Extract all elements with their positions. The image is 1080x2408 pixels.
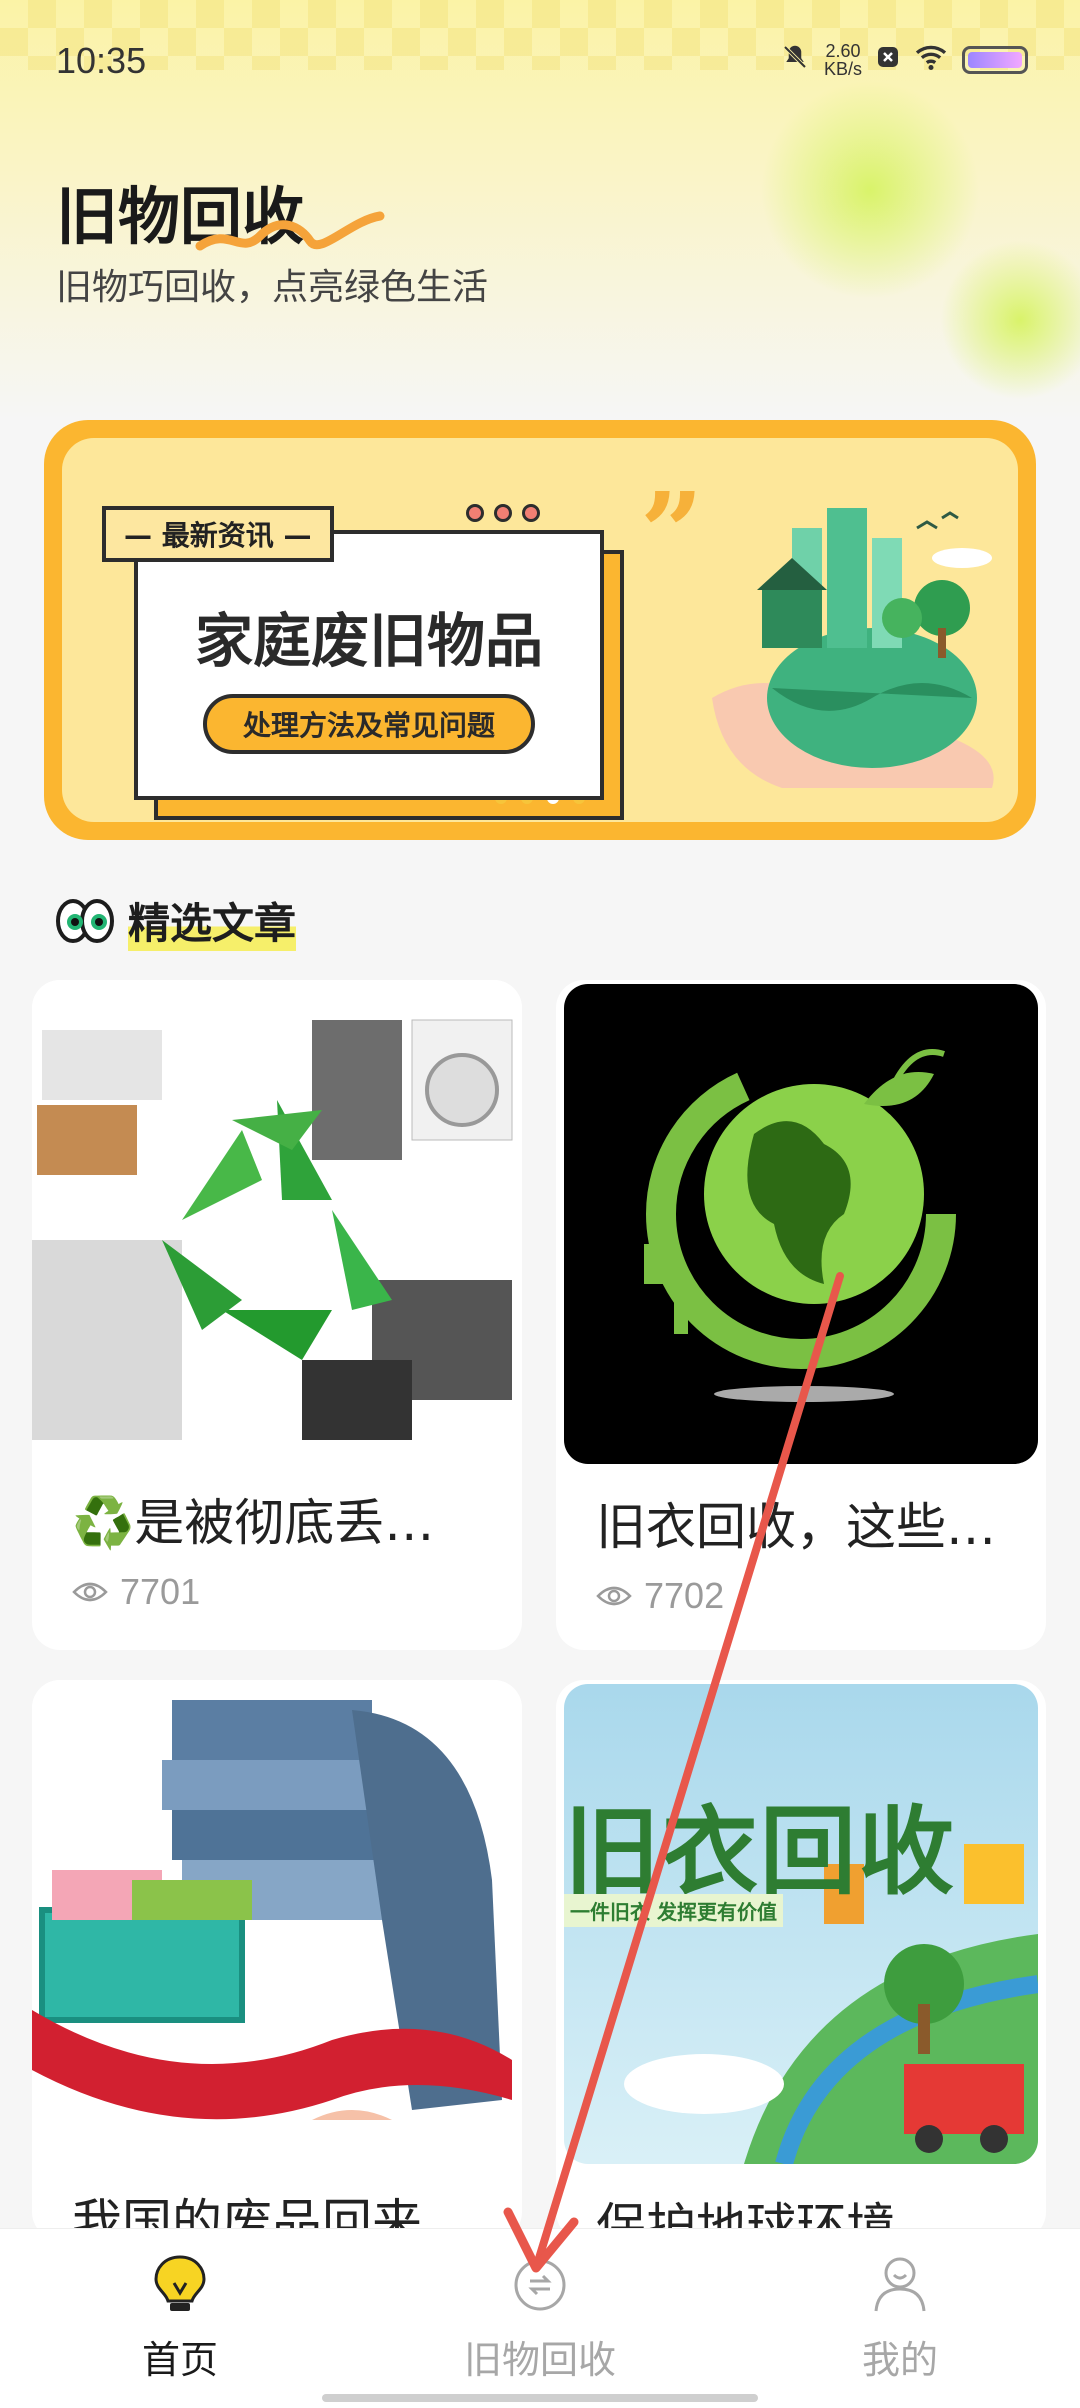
exchange-icon	[514, 2259, 566, 2311]
news-banner[interactable]: — 最新资讯 — 家庭废旧物品 处理方法及常见问题 ”	[44, 420, 1036, 840]
article-thumbnail	[564, 984, 1038, 1464]
mute-bell-icon	[780, 42, 810, 78]
article-thumbnail: 旧衣回收 一件旧衣 发挥更有价值	[564, 1684, 1038, 2164]
article-card[interactable]: 旧衣回收 一件旧衣 发挥更有价值 保护地球环境，…	[556, 1680, 1046, 2240]
tab-mine[interactable]: 我的	[750, 2253, 1050, 2384]
article-thumbnail	[32, 1680, 522, 2160]
article-card[interactable]: 我国的废品回来…	[32, 1680, 522, 2240]
wifi-icon	[914, 43, 948, 77]
user-icon	[874, 2257, 926, 2312]
close-square-icon	[876, 45, 900, 75]
eye-icon	[72, 1582, 108, 1602]
title-squiggle-decoration	[195, 211, 385, 251]
article-card[interactable]: 旧衣回收，这些… 7702	[556, 980, 1046, 1650]
status-bar: 10:35 2.60 KB/s	[0, 0, 1080, 120]
article-views: 7702	[644, 1575, 725, 1616]
bottom-tab-bar: 首页 旧物回收 我的	[0, 2228, 1080, 2408]
banner-title: 家庭废旧物品	[194, 607, 543, 675]
article-views: 7701	[120, 1571, 201, 1612]
article-thumbnail	[32, 980, 522, 1460]
news-tag: — 最新资讯 —	[102, 506, 334, 562]
eye-icon	[596, 1586, 632, 1606]
battery-icon	[962, 46, 1028, 74]
article-card[interactable]: ♻️是被彻底丢弃… 7701	[32, 980, 522, 1650]
home-indicator	[322, 2394, 758, 2402]
thumbnail-overlay-title: 旧衣回收	[564, 1796, 956, 1908]
quote-mark-icon: ”	[640, 468, 704, 597]
section-header: 精选文章	[56, 890, 297, 951]
earth-in-hand-illustration	[712, 508, 994, 788]
section-title: 精选文章	[128, 890, 297, 951]
lightbulb-icon	[154, 2255, 206, 2311]
tab-recycle[interactable]: 旧物回收	[390, 2253, 690, 2384]
eyes-icon	[56, 898, 114, 943]
banner-pill: 处理方法及常见问题	[202, 694, 536, 754]
tab-home[interactable]: 首页	[30, 2253, 330, 2384]
net-speed: 2.60 KB/s	[824, 42, 862, 78]
page-subtitle: 旧物巧回收，点亮绿色生活	[56, 267, 489, 308]
tab-label: 旧物回收	[463, 2338, 616, 2382]
tab-label: 我的	[861, 2338, 938, 2382]
article-title: ♻️是被彻底丢弃…	[72, 1494, 485, 1551]
tab-label: 首页	[141, 2338, 218, 2382]
banner-card: 家庭废旧物品 处理方法及常见问题	[134, 504, 604, 800]
status-time: 10:35	[56, 40, 147, 81]
thumbnail-overlay-subtitle: 一件旧衣 发挥更有价值	[564, 1894, 783, 1927]
article-title: 旧衣回收，这些…	[596, 1498, 996, 1555]
net-speed-unit: KB/s	[823, 59, 862, 79]
net-speed-value: 2.60	[825, 41, 861, 61]
